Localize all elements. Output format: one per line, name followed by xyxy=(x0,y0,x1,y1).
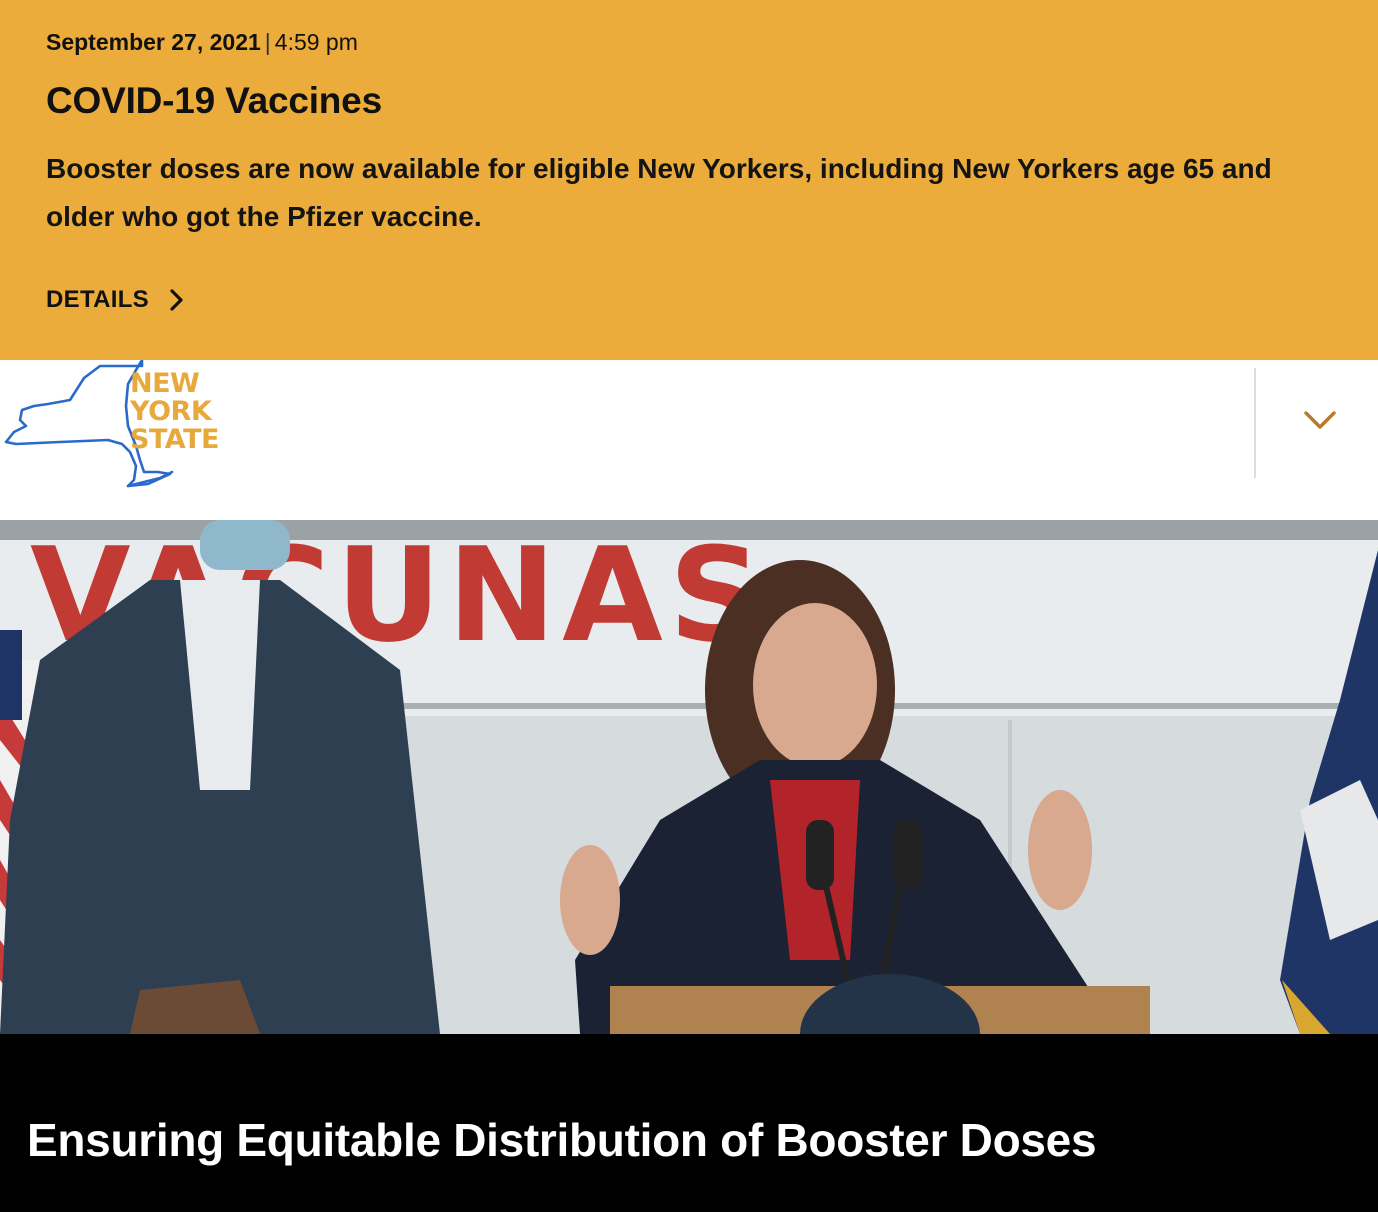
details-link-label: DETAILS xyxy=(46,286,149,313)
details-link[interactable]: DETAILS xyxy=(46,286,187,314)
alert-date: September 27, 2021 xyxy=(46,29,261,55)
nys-logo[interactable]: NEW YORK STATE xyxy=(0,358,240,495)
chevron-right-icon xyxy=(167,287,187,313)
chevron-down-icon xyxy=(1303,409,1337,436)
logo-wordmark: NEW YORK STATE xyxy=(130,370,219,454)
logo-line-york: YORK xyxy=(130,396,212,427)
alert-separator: | xyxy=(264,29,271,55)
site-header: NEW YORK STATE xyxy=(0,358,1378,520)
alert-banner: September 27, 2021 | 4:59 pm COVID-19 Vacc… xyxy=(0,0,1378,360)
alert-timestamp: September 27, 2021 | 4:59 pm xyxy=(46,27,358,57)
alert-title: COVID-19 Vaccines xyxy=(46,80,382,121)
feature-title[interactable]: Ensuring Equitable Distribution of Boost… xyxy=(27,1112,1097,1168)
header-divider xyxy=(1254,368,1256,478)
alert-time: 4:59 pm xyxy=(274,29,358,55)
hero-image: VACUNAS xyxy=(0,520,1378,1034)
alert-body: Booster doses are now available for elig… xyxy=(46,153,1272,232)
menu-toggle-button[interactable] xyxy=(1290,400,1350,444)
logo-line-new: NEW xyxy=(130,368,200,399)
logo-line-state: STATE xyxy=(130,424,219,455)
